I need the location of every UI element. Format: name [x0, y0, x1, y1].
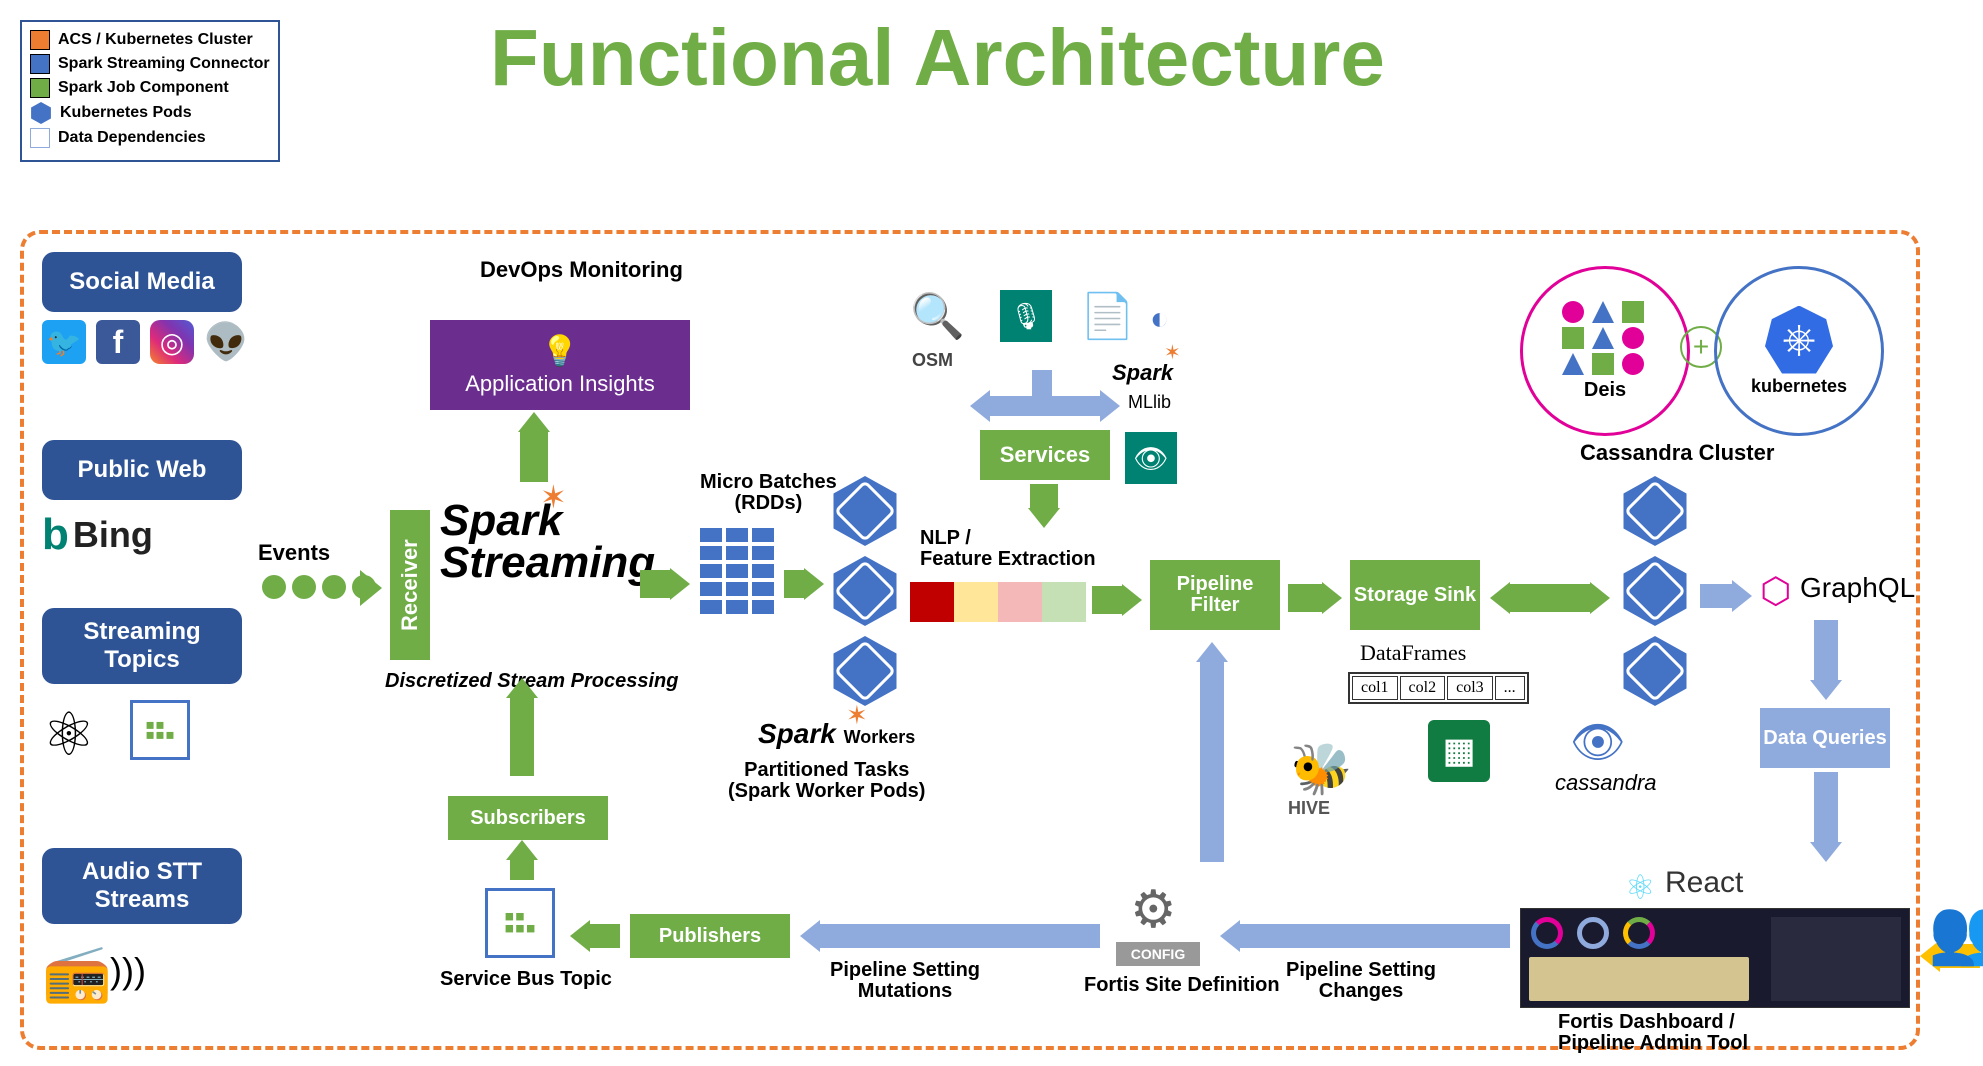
react-label: React: [1665, 866, 1743, 900]
events-arrowhead: [360, 570, 382, 606]
arrow-nlp-to-filter: [1092, 586, 1122, 614]
dataframes-table: col1col2col3...: [1348, 672, 1529, 704]
instagram-icon: ◎: [150, 320, 194, 364]
source-audio-stt: Audio STT Streams: [42, 848, 242, 924]
config-label: CONFIG: [1116, 942, 1200, 966]
kafka-icon: ⚛: [42, 700, 96, 770]
reddit-icon: 👽: [204, 320, 248, 364]
twitter-icon: 🐦: [42, 320, 86, 364]
events-label: Events: [258, 540, 330, 566]
hive-icon: 🐝: [1290, 740, 1352, 799]
fortis-dashboard-label: Fortis Dashboard /Pipeline Admin Tool: [1558, 1012, 1748, 1054]
services-box: Services: [980, 430, 1110, 480]
fortis-dashboard-preview: [1520, 908, 1910, 1008]
application-insights-box: 💡 Application Insights: [430, 320, 690, 410]
subscribers-box: Subscribers: [448, 796, 608, 840]
graphql-icon: ⬡: [1760, 570, 1791, 612]
spreadsheet-icon: ▦: [1428, 720, 1490, 782]
deis-logo: Deis: [1520, 266, 1690, 436]
facebook-icon: f: [96, 320, 140, 364]
spark-streaming-label: SparkStreaming: [440, 500, 655, 584]
kubernetes-logo: kubernetes: [1714, 266, 1884, 436]
fortis-site-definition-label: Fortis Site Definition: [1084, 974, 1280, 997]
gauge-icon: ◐: [1150, 300, 1169, 337]
legend-label-acs: ACS / Kubernetes Cluster: [58, 31, 253, 49]
nlp-feature-extraction-label: NLP /Feature Extraction: [920, 528, 1096, 570]
arrow-dataqueries-to-dashboard: [1814, 772, 1838, 842]
topic-icon: ▪▪▪▪▪: [130, 700, 190, 760]
arrow-services-to-deps: [990, 396, 1100, 416]
nlp-row-icon: [910, 582, 1086, 622]
cassandra-label: cassandra: [1555, 770, 1657, 796]
social-icons: 🐦 f ◎ 👽: [42, 320, 248, 364]
hive-label: HIVE: [1288, 798, 1330, 819]
legend-label-connector: Spark Streaming Connector: [58, 55, 270, 73]
radio-icon: 📻: [42, 940, 112, 1006]
arrow-services-to-nlp: [1030, 484, 1058, 508]
legend-label-pods: Kubernetes Pods: [60, 104, 192, 122]
cassandra-cluster-label: Cassandra Cluster: [1580, 440, 1774, 466]
rdd-grid-icon: [700, 528, 774, 614]
pipeline-setting-mutations-label: Pipeline SettingMutations: [830, 960, 980, 1002]
react-icon: ⚛: [1625, 868, 1655, 908]
receiver-box: Receiver: [390, 510, 430, 660]
legend-swatch-job: [30, 78, 50, 98]
arrow-rdds-to-pods: [784, 570, 804, 598]
lightbulb-icon: 💡: [541, 334, 578, 369]
arrow-spark-to-appinsights: [520, 432, 548, 482]
legend-label-deps: Data Dependencies: [58, 129, 206, 147]
document-icon: 📄: [1080, 290, 1135, 342]
dataframes-label: DataFrames: [1360, 640, 1466, 666]
legend-swatch-acs: [30, 30, 50, 50]
data-queries-box: Data Queries: [1760, 708, 1890, 768]
spark-mllib-label-1: Spark: [1112, 360, 1173, 386]
page-title: Functional Architecture: [490, 12, 1385, 104]
source-streaming-topics: Streaming Topics: [42, 608, 242, 684]
osm-label: OSM: [912, 350, 953, 371]
arrow-config-to-filter: [1200, 662, 1224, 862]
arrow-services-vertical: [1032, 370, 1052, 396]
radio-waves-icon: ))): [110, 950, 146, 992]
storage-sink-box: Storage Sink: [1350, 560, 1480, 630]
pipeline-filter-box: Pipeline Filter: [1150, 560, 1280, 630]
vision-icon: 👁: [1125, 432, 1177, 484]
source-social-media: Social Media: [42, 252, 242, 312]
arrow-config-to-publishers: [820, 924, 1100, 948]
source-public-web: Public Web: [42, 440, 242, 500]
legend-swatch-connector: [30, 54, 50, 74]
arrow-subscribers-to-spark: [510, 698, 534, 776]
config-gear-icon: ⚙: [1130, 880, 1177, 940]
service-bus-topic-icon: ▪▪▪▪▪: [485, 888, 555, 958]
legend-label-job: Spark Job Component: [58, 79, 229, 97]
osm-search-icon: 🔍: [910, 290, 965, 342]
arrow-dashboard-to-config: [1240, 924, 1510, 948]
arrow-graphql-to-dataqueries: [1814, 620, 1838, 680]
legend-swatch-pods: [30, 102, 52, 124]
cassandra-eye-icon: 👁: [1570, 716, 1626, 768]
service-bus-topic-label: Service Bus Topic: [440, 968, 612, 991]
spark-mllib-label-2: MLlib: [1128, 392, 1171, 413]
partitioned-tasks-label: Partitioned Tasks(Spark Worker Pods): [728, 760, 925, 802]
arrow-sink-to-cassandra: [1510, 584, 1590, 612]
spark-workers-label: Spark Workers: [758, 718, 915, 750]
pipeline-setting-changes-label: Pipeline SettingChanges: [1286, 960, 1436, 1002]
speech-to-text-icon: 🎙: [1000, 290, 1052, 342]
arrow-cassandra-to-graphql: [1700, 584, 1732, 608]
legend-swatch-deps: [30, 128, 50, 148]
arrow-spark-to-rdds: [640, 570, 670, 598]
publishers-box: Publishers: [630, 914, 790, 958]
arrow-publishers-to-sbt: [590, 924, 620, 948]
micro-batches-label: Micro Batches(RDDs): [700, 472, 837, 514]
legend: ACS / Kubernetes Cluster Spark Streaming…: [20, 20, 280, 162]
users-icon: 👥: [1928, 894, 1983, 969]
devops-monitoring-label: DevOps Monitoring: [480, 258, 683, 281]
arrow-sbt-to-subscribers: [510, 860, 534, 880]
bing-logo: bBing: [42, 510, 153, 560]
graphql-label: GraphQL: [1800, 572, 1915, 604]
arrow-filter-to-sink: [1288, 584, 1322, 612]
kubernetes-wheel-icon: [1765, 306, 1833, 374]
event-dots: [262, 575, 376, 599]
